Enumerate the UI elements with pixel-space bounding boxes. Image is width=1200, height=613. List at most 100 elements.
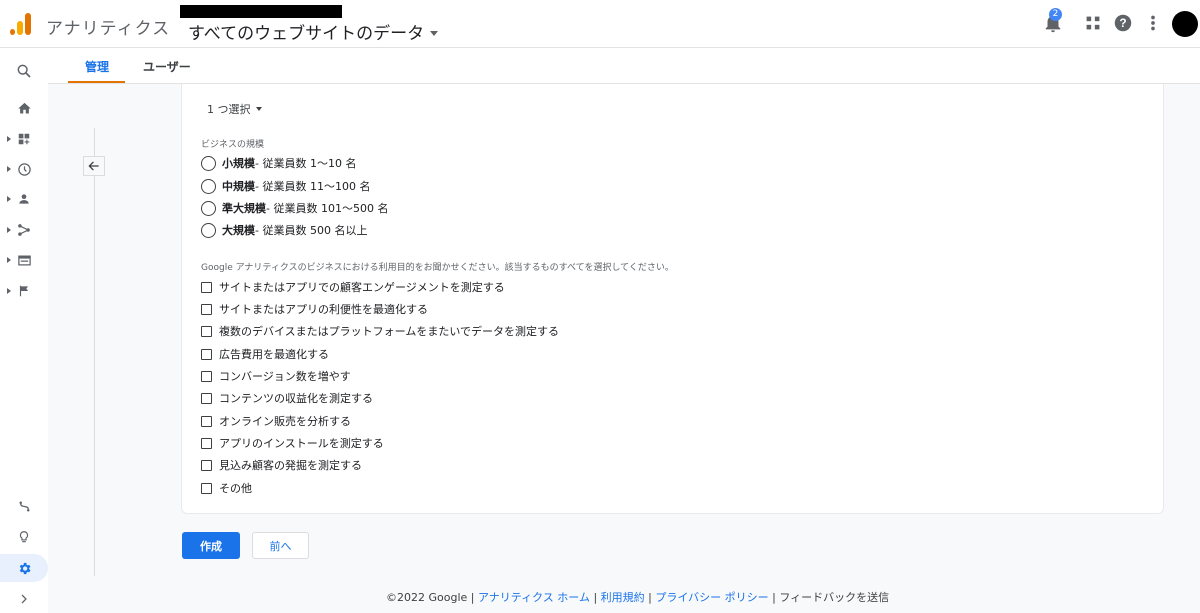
purpose-checkbox-app-installs[interactable]: アプリのインストールを測定する xyxy=(201,435,384,451)
rail-expand[interactable] xyxy=(0,585,48,613)
purpose-text: オンライン販売を分析する xyxy=(219,415,351,428)
business-size-radio-medium[interactable]: 中規模 - 従業員数 11〜100 名 xyxy=(201,178,370,194)
arrow-back-icon xyxy=(88,161,99,171)
tab-admin[interactable]: 管理 xyxy=(85,58,109,75)
radio-button[interactable] xyxy=(201,155,216,171)
business-size-radio-small[interactable]: 小規模 - 従業員数 1〜10 名 xyxy=(201,155,356,171)
purpose-checkbox-engagement[interactable]: サイトまたはアプリでの顧客エンゲージメントを測定する xyxy=(201,279,505,295)
purpose-checkbox-other[interactable]: その他 xyxy=(201,480,252,496)
left-navigation-rail xyxy=(0,48,48,613)
radio-button[interactable] xyxy=(201,200,216,216)
rail-attribution[interactable] xyxy=(0,492,48,520)
help-icon: ? xyxy=(1114,14,1132,32)
radio-button[interactable] xyxy=(201,178,216,194)
checkbox[interactable] xyxy=(201,392,212,404)
business-size-name: 小規模 xyxy=(222,157,255,170)
top-bar: アナリティクス すべてのウェブサイトのデータ xyxy=(0,0,1200,48)
purpose-text: 複数のデバイスまたはプラットフォームをまたいでデータを測定する xyxy=(219,325,560,338)
search-icon xyxy=(17,64,31,78)
business-size-detail: - 従業員数 1〜10 名 xyxy=(255,157,357,170)
tab-user[interactable]: ユーザー xyxy=(143,58,191,75)
checkbox[interactable] xyxy=(201,325,212,337)
conversions-icon xyxy=(19,285,29,297)
checkbox[interactable] xyxy=(201,281,212,293)
more-vert-icon xyxy=(1151,15,1155,31)
business-size-detail: - 従業員数 500 名以上 xyxy=(255,224,368,237)
apps-grid-icon xyxy=(1086,16,1100,30)
purpose-text: アプリのインストールを測定する xyxy=(219,437,384,450)
more-options-button[interactable] xyxy=(1142,12,1164,34)
checkbox[interactable] xyxy=(201,303,212,315)
app-title: アナリティクス xyxy=(46,19,171,39)
customization-icon xyxy=(18,133,30,145)
business-size-radio-semilarge[interactable]: 準大規模 - 従業員数 101〜500 名 xyxy=(201,200,388,216)
footer-privacy-link[interactable]: プライバシー ポリシー xyxy=(655,591,768,604)
business-size-name: 大規模 xyxy=(222,224,255,237)
rail-customization[interactable] xyxy=(0,125,48,153)
purpose-text: コンテンツの収益化を測定する xyxy=(219,392,373,405)
purpose-label: Google アナリティクスのビジネスにおける利用目的をお聞かせください。該当す… xyxy=(201,263,674,273)
footer: ©2022 Google | アナリティクス ホーム | 利用規約 | プライバ… xyxy=(386,591,890,604)
notifications-button[interactable]: 2 xyxy=(1042,8,1064,34)
purpose-checkbox-online-sales[interactable]: オンライン販売を分析する xyxy=(201,413,351,429)
checkbox[interactable] xyxy=(201,348,212,360)
checkbox[interactable] xyxy=(201,459,212,471)
behavior-icon xyxy=(17,255,31,265)
rail-acquisition[interactable] xyxy=(0,216,48,244)
rail-admin[interactable] xyxy=(0,554,48,582)
home-icon xyxy=(17,102,31,113)
industry-select-label: 1 つ選択 xyxy=(207,103,251,116)
property-selector[interactable]: すべてのウェブサイトのデータ xyxy=(188,19,439,44)
rail-home[interactable] xyxy=(0,94,48,122)
purpose-text: サイトまたはアプリでの顧客エンゲージメントを測定する xyxy=(219,281,505,294)
admin-tab-bar: 管理 ユーザー xyxy=(48,48,1200,84)
analytics-logo[interactable] xyxy=(10,11,32,35)
checkbox[interactable] xyxy=(201,482,212,494)
checkbox[interactable] xyxy=(201,437,212,449)
purpose-checkbox-monetization[interactable]: コンテンツの収益化を測定する xyxy=(201,390,373,406)
purpose-text: コンバージョン数を増やす xyxy=(219,370,351,383)
rail-insights[interactable] xyxy=(0,523,48,551)
account-name-redacted xyxy=(180,5,342,18)
help-button[interactable]: ? xyxy=(1112,12,1134,34)
purpose-checkbox-lead-generation[interactable]: 見込み顧客の発掘を測定する xyxy=(201,457,362,473)
purpose-checkbox-usability[interactable]: サイトまたはアプリの利便性を最適化する xyxy=(201,301,428,317)
business-size-detail: - 従業員数 11〜100 名 xyxy=(255,180,371,193)
active-tab-indicator xyxy=(68,81,125,83)
content-divider xyxy=(94,128,95,576)
business-size-name: 中規模 xyxy=(222,180,255,193)
chevron-down-icon xyxy=(430,30,439,36)
back-button[interactable] xyxy=(83,156,105,176)
property-label: すべてのウェブサイトのデータ xyxy=(188,24,425,44)
notification-badge: 2 xyxy=(1049,8,1062,21)
attribution-icon xyxy=(19,501,29,511)
svg-text:?: ? xyxy=(1119,16,1126,30)
rail-behavior[interactable] xyxy=(0,246,48,274)
chevron-down-icon xyxy=(255,107,262,111)
purpose-text: サイトまたはアプリの利便性を最適化する xyxy=(219,303,428,316)
radio-button[interactable] xyxy=(201,222,216,238)
gear-icon xyxy=(19,562,31,574)
business-size-radio-large[interactable]: 大規模 - 従業員数 500 名以上 xyxy=(201,222,367,238)
rail-audience[interactable] xyxy=(0,185,48,213)
footer-terms-link[interactable]: 利用規約 xyxy=(601,591,645,604)
purpose-checkbox-cross-device[interactable]: 複数のデバイスまたはプラットフォームをまたいでデータを測定する xyxy=(201,323,559,339)
rail-realtime[interactable] xyxy=(0,155,48,183)
rail-conversions[interactable] xyxy=(0,277,48,305)
industry-select[interactable]: 1 つ選択 xyxy=(207,101,262,117)
rail-search[interactable] xyxy=(0,57,48,85)
account-avatar[interactable] xyxy=(1172,11,1198,37)
realtime-icon xyxy=(17,162,31,176)
chevron-right-icon xyxy=(21,594,27,604)
purpose-text: 見込み顧客の発掘を測定する xyxy=(219,459,362,472)
checkbox[interactable] xyxy=(201,370,212,382)
apps-button[interactable] xyxy=(1082,12,1104,34)
checkbox[interactable] xyxy=(201,415,212,427)
create-button[interactable]: 作成 xyxy=(182,532,240,559)
purpose-checkbox-ad-spend[interactable]: 広告費用を最適化する xyxy=(201,346,329,362)
purpose-checkbox-conversions[interactable]: コンバージョン数を増やす xyxy=(201,368,351,384)
previous-button[interactable]: 前へ xyxy=(252,532,309,559)
purpose-text: 広告費用を最適化する xyxy=(219,348,329,361)
footer-analytics-home-link[interactable]: アナリティクス ホーム xyxy=(478,591,590,604)
footer-feedback-link[interactable]: フィードバックを送信 xyxy=(779,591,889,604)
